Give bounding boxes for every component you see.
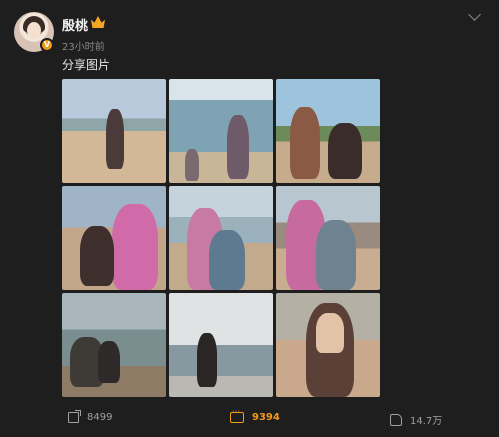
username[interactable]: 殷桃	[62, 15, 88, 34]
weibo-post: V 殷桃 23小时前 分享图片 8499 ··· 9394 14.7万	[0, 0, 499, 437]
thumbs-up-icon	[390, 413, 402, 426]
post-text: 分享图片	[62, 58, 111, 72]
photo-6[interactable]	[276, 186, 380, 290]
photo-7[interactable]	[62, 293, 166, 397]
avatar-face	[27, 22, 41, 39]
photo-8[interactable]	[169, 293, 273, 397]
photo-5[interactable]	[169, 186, 273, 290]
image-grid	[62, 79, 380, 397]
photo-4[interactable]	[62, 186, 166, 290]
comment-button[interactable]: 9394	[230, 407, 280, 423]
repost-icon	[68, 410, 81, 423]
like-button[interactable]: 14.7万	[390, 412, 442, 427]
chevron-down-icon[interactable]	[468, 8, 481, 21]
repost-button[interactable]: 8499	[68, 410, 113, 423]
like-count: 14.7万	[410, 416, 443, 427]
repost-count: 8499	[87, 412, 113, 423]
photo-3[interactable]	[276, 79, 380, 183]
post-timestamp[interactable]: 23小时前	[62, 38, 105, 53]
vip-crown-icon[interactable]	[91, 16, 105, 28]
post-footer: 8499 9394 14.7万	[0, 404, 499, 437]
verified-badge-icon: V	[40, 38, 54, 52]
comment-count: 9394	[252, 412, 280, 423]
comment-icon	[230, 407, 244, 423]
photo-1[interactable]	[62, 79, 166, 183]
photo-9[interactable]	[276, 293, 380, 397]
photo-2[interactable]	[169, 79, 273, 183]
